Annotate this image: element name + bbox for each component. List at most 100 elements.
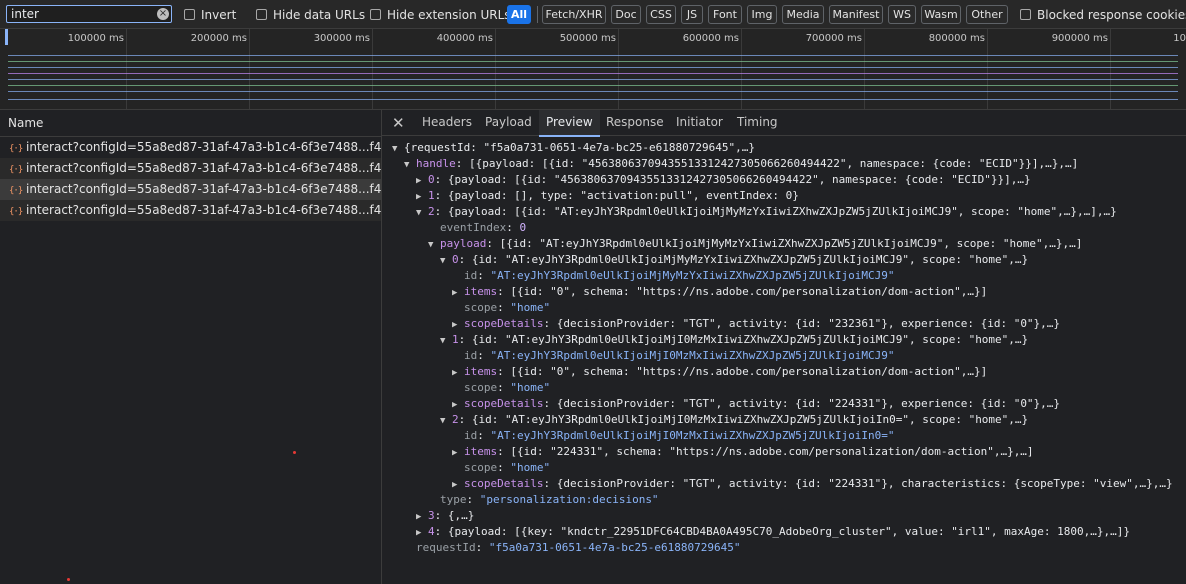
type-filter-font[interactable]: Font bbox=[708, 5, 742, 24]
tab-preview[interactable]: Preview bbox=[539, 110, 600, 137]
expand-arrow-down-icon[interactable]: ▼ bbox=[404, 157, 416, 173]
request-row[interactable]: {·} interact?configId=55a8ed87-31af-47a3-… bbox=[0, 158, 381, 179]
json-tree-node[interactable]: ▶ scopeDetails: {decisionProvider: "TGT",… bbox=[452, 396, 1060, 412]
tab-timing[interactable]: Timing bbox=[737, 110, 778, 135]
expand-arrow-right-icon[interactable]: ▶ bbox=[452, 445, 464, 461]
json-value: {requestId: "f5a0a731-0651-4e7a-bc25-e61… bbox=[404, 141, 755, 154]
request-row[interactable]: {·} interact?configId=55a8ed87-31af-47a3-… bbox=[0, 200, 381, 221]
expand-arrow-down-icon[interactable]: ▼ bbox=[392, 141, 404, 157]
checkbox-icon[interactable] bbox=[1020, 9, 1031, 20]
request-name: interact?configId=55a8ed87-31af-47a3-b1c… bbox=[26, 182, 381, 196]
json-value: {id: "AT:eyJhY3Rpdml0eUlkIjoiMjI0MzMxIiw… bbox=[471, 333, 1029, 346]
invert-checkbox[interactable]: Invert bbox=[184, 7, 236, 22]
request-row[interactable]: {·} interact?configId=55a8ed87-31af-47a3-… bbox=[0, 137, 381, 158]
request-row-selected[interactable]: {·} interact?configId=55a8ed87-31af-47a3-… bbox=[0, 179, 381, 200]
tab-initiator[interactable]: Initiator bbox=[676, 110, 723, 135]
timeline-activity-strip bbox=[8, 79, 1178, 80]
close-icon[interactable]: ✕ bbox=[392, 114, 405, 132]
expand-arrow-right-icon[interactable]: ▶ bbox=[452, 317, 464, 333]
json-key: 1 bbox=[452, 333, 459, 346]
json-tree-node[interactable]: ▼ payload: [{id: "AT:eyJhY3Rpdml0eUlkIjoi… bbox=[428, 236, 1082, 252]
json-tree-node[interactable]: ▶ 3: {,…} bbox=[416, 508, 474, 524]
json-tree-node[interactable]: ▼ 2: {id: "AT:eyJhY3Rpdml0eUlkIjoiMjI0MzM… bbox=[440, 412, 1028, 428]
json-tree-node: id: "AT:eyJhY3Rpdml0eUlkIjoiMjMyMzYxIiwi… bbox=[464, 269, 895, 282]
expand-arrow-down-icon[interactable]: ▼ bbox=[416, 205, 428, 221]
checkbox-icon[interactable] bbox=[370, 9, 381, 20]
expand-arrow-right-icon[interactable]: ▶ bbox=[416, 189, 428, 205]
hide-extension-urls-label: Hide extension URLs bbox=[387, 7, 511, 22]
checkbox-icon[interactable] bbox=[184, 9, 195, 20]
json-tree-node[interactable]: ▼ {requestId: "f5a0a731-0651-4e7a-bc25-e6… bbox=[392, 140, 755, 156]
hide-extension-urls-checkbox[interactable]: Hide extension URLs bbox=[370, 7, 511, 22]
hide-data-urls-checkbox[interactable]: Hide data URLs bbox=[256, 7, 365, 22]
json-tree-node[interactable]: ▶ items: [{id: "224331", schema: "https:/… bbox=[452, 444, 1034, 460]
expand-arrow-down-icon[interactable]: ▼ bbox=[440, 333, 452, 349]
json-value: "home" bbox=[510, 461, 551, 474]
clear-icon[interactable]: × bbox=[157, 8, 169, 20]
json-key: 2 bbox=[452, 413, 459, 426]
checkbox-icon[interactable] bbox=[256, 9, 267, 20]
filter-search-box[interactable]: × bbox=[6, 5, 172, 23]
timeline-gridline bbox=[618, 29, 619, 109]
expand-arrow-right-icon[interactable]: ▶ bbox=[452, 365, 464, 381]
type-filter-other[interactable]: Other bbox=[966, 5, 1008, 24]
json-tree-node[interactable]: ▶ 0: {payload: [{id: "4563806370943551331… bbox=[416, 172, 1031, 188]
expand-arrow-down-icon[interactable]: ▼ bbox=[428, 237, 440, 253]
xhr-icon: {·} bbox=[9, 186, 23, 196]
timeline-activity-strip bbox=[8, 55, 1178, 56]
invert-label: Invert bbox=[201, 7, 237, 22]
json-key: scopeDetails bbox=[464, 397, 544, 410]
expand-arrow-right-icon[interactable]: ▶ bbox=[416, 173, 428, 189]
json-value: "AT:eyJhY3Rpdml0eUlkIjoiMjI0MzMxIiwiZXhw… bbox=[490, 429, 895, 442]
tab-headers[interactable]: Headers bbox=[422, 110, 472, 135]
type-filter-fetch-xhr[interactable]: Fetch/XHR bbox=[542, 5, 606, 24]
xhr-icon: {·} bbox=[9, 144, 23, 154]
tab-payload[interactable]: Payload bbox=[485, 110, 532, 135]
filter-input[interactable] bbox=[7, 6, 156, 22]
timeline-tick-label: 100000 ms bbox=[67, 33, 124, 44]
json-value: "AT:eyJhY3Rpdml0eUlkIjoiMjI0MzMxIiwiZXhw… bbox=[490, 349, 895, 362]
type-filter-css[interactable]: CSS bbox=[646, 5, 676, 24]
expand-arrow-right-icon[interactable]: ▶ bbox=[416, 525, 428, 541]
json-tree-node[interactable]: ▼ handle: [{payload: [{id: "4563806370943… bbox=[404, 156, 1078, 172]
expand-arrow-right-icon[interactable]: ▶ bbox=[416, 509, 428, 525]
expand-arrow-down-icon[interactable]: ▼ bbox=[440, 253, 452, 269]
type-filter-doc[interactable]: Doc bbox=[611, 5, 641, 24]
json-value: {payload: [{key: "kndctr_22951DFC64CBD4B… bbox=[447, 525, 1130, 538]
type-filter-wasm[interactable]: Wasm bbox=[921, 5, 961, 24]
json-tree-node[interactable]: ▶ items: [{id: "0", schema: "https://ns.a… bbox=[452, 364, 987, 380]
timeline-gridline bbox=[126, 29, 127, 109]
json-tree-node[interactable]: ▼ 1: {id: "AT:eyJhY3Rpdml0eUlkIjoiMjI0MzM… bbox=[440, 332, 1028, 348]
json-value: {payload: [], type: "activation:pull", e… bbox=[447, 189, 799, 202]
blocked-response-cookies-checkbox[interactable]: Blocked response cookies bbox=[1020, 7, 1186, 22]
json-tree-node[interactable]: ▶ 4: {payload: [{key: "kndctr_22951DFC64C… bbox=[416, 524, 1130, 540]
tab-response[interactable]: Response bbox=[606, 110, 664, 135]
divider bbox=[537, 6, 538, 23]
json-value: {payload: [{id: "AT:eyJhY3Rpdml0eUlkIjoi… bbox=[447, 205, 1117, 218]
type-filter-ws[interactable]: WS bbox=[888, 5, 916, 24]
json-tree-node[interactable]: ▼ 0: {id: "AT:eyJhY3Rpdml0eUlkIjoiMjMyMzY… bbox=[440, 252, 1028, 268]
expand-arrow-right-icon[interactable]: ▶ bbox=[452, 397, 464, 413]
json-value: {,…} bbox=[447, 509, 475, 522]
timeline-tick-label: 700000 ms bbox=[805, 33, 862, 44]
json-key: scopeDetails bbox=[464, 477, 544, 490]
json-key: scope bbox=[464, 381, 498, 394]
expand-arrow-down-icon[interactable]: ▼ bbox=[440, 413, 452, 429]
json-tree-node[interactable]: ▶ items: [{id: "0", schema: "https://ns.a… bbox=[452, 284, 987, 300]
json-key: handle bbox=[416, 157, 456, 170]
json-tree-node[interactable]: ▼ 2: {payload: [{id: "AT:eyJhY3Rpdml0eUlk… bbox=[416, 204, 1117, 220]
type-filter-img[interactable]: Img bbox=[747, 5, 777, 24]
type-filter-js[interactable]: JS bbox=[681, 5, 703, 24]
expand-arrow-right-icon[interactable]: ▶ bbox=[452, 477, 464, 493]
type-filter-manifest[interactable]: Manifest bbox=[829, 5, 883, 24]
json-tree-node[interactable]: ▶ scopeDetails: {decisionProvider: "TGT",… bbox=[452, 476, 1173, 492]
name-column-header[interactable]: Name bbox=[0, 110, 381, 137]
type-filter-all[interactable]: All bbox=[507, 5, 531, 24]
json-key: 0 bbox=[428, 173, 435, 186]
timeline-overview[interactable]: 100000 ms 200000 ms 300000 ms 400000 ms … bbox=[0, 29, 1186, 110]
json-tree-node[interactable]: ▶ 1: {payload: [], type: "activation:pull… bbox=[416, 188, 799, 204]
type-filter-media[interactable]: Media bbox=[782, 5, 824, 24]
json-key: items bbox=[464, 445, 498, 458]
json-tree-node[interactable]: ▶ scopeDetails: {decisionProvider: "TGT",… bbox=[452, 316, 1060, 332]
expand-arrow-right-icon[interactable]: ▶ bbox=[452, 285, 464, 301]
